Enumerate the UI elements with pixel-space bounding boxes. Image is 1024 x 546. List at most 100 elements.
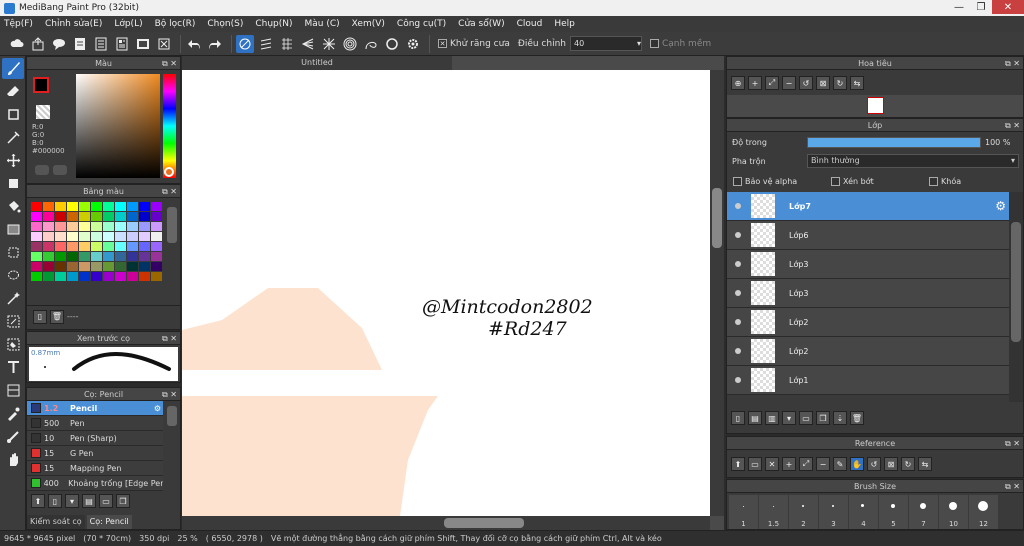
gear-icon[interactable]: [404, 35, 422, 53]
brush-size-option[interactable]: 12: [969, 495, 998, 529]
bucket-tool-icon[interactable]: [2, 196, 24, 217]
minimize-button[interactable]: —: [948, 0, 970, 14]
palette-swatch[interactable]: [55, 212, 66, 221]
palette-swatch[interactable]: [43, 252, 54, 261]
cloud-upload-icon[interactable]: ⬆: [731, 457, 745, 471]
brush-size-option[interactable]: 3: [819, 495, 848, 529]
palette-swatch[interactable]: [79, 242, 90, 251]
undo-icon[interactable]: [185, 35, 203, 53]
rotate-left-icon[interactable]: ↺: [867, 457, 881, 471]
brush-item[interactable]: 500 Pen: [27, 416, 163, 431]
palette-swatch[interactable]: [139, 212, 150, 221]
menu-window[interactable]: Cửa sổ(W): [458, 19, 504, 29]
palette-swatch[interactable]: [31, 232, 42, 241]
panel-close-icon[interactable]: ⧉ ✕: [1005, 119, 1020, 132]
fit-icon[interactable]: ⤢: [799, 457, 813, 471]
eye-icon[interactable]: [735, 348, 741, 354]
foreground-color-swatch[interactable]: [33, 77, 49, 93]
palette-swatch[interactable]: [115, 252, 126, 261]
layer-row[interactable]: Lớp1: [727, 366, 1009, 395]
palette-swatch[interactable]: [103, 242, 114, 251]
palette-swatch[interactable]: [91, 232, 102, 241]
open-folder-icon[interactable]: ▭: [748, 457, 762, 471]
grid-page-icon[interactable]: [113, 35, 131, 53]
brush-size-option[interactable]: 5: [879, 495, 908, 529]
brush-tool-icon[interactable]: [2, 58, 24, 79]
menu-select[interactable]: Chọn(S): [207, 19, 243, 29]
layer-scroll-thumb[interactable]: [1011, 222, 1021, 342]
gear-icon[interactable]: ⚙: [995, 199, 1006, 213]
palette-swatch[interactable]: [127, 232, 138, 241]
menu-layer[interactable]: Lớp(L): [114, 19, 142, 29]
palette-scrollbar[interactable]: [167, 207, 177, 243]
layer-scrollbar[interactable]: [1009, 192, 1023, 402]
copy-brush-icon[interactable]: ▤: [82, 494, 96, 508]
brush-size-option[interactable]: 2: [789, 495, 818, 529]
flip-icon[interactable]: ⇆: [850, 76, 864, 90]
layer-row[interactable]: Lớp3: [727, 250, 1009, 279]
hue-slider[interactable]: [163, 74, 176, 178]
palette-swatch[interactable]: [127, 272, 138, 281]
zoom-out-icon[interactable]: −: [782, 76, 796, 90]
protect-alpha-checkbox[interactable]: Bảo vệ alpha: [733, 177, 831, 186]
clip-checkbox[interactable]: Xén bớt: [831, 177, 929, 186]
cross-snap-icon[interactable]: [278, 35, 296, 53]
zoom-in-icon[interactable]: +: [748, 76, 762, 90]
palette-swatch[interactable]: [67, 252, 78, 261]
palette-swatch[interactable]: [31, 212, 42, 221]
select-tool-icon[interactable]: [2, 242, 24, 263]
panel-close-icon[interactable]: ⧉ ✕: [162, 185, 177, 198]
palette-swatch[interactable]: [151, 262, 162, 271]
parallel-snap-icon[interactable]: [257, 35, 275, 53]
palette-swatch[interactable]: [79, 222, 90, 231]
layer-row[interactable]: Lớp3: [727, 279, 1009, 308]
palette-swatch[interactable]: [31, 262, 42, 271]
perspective-snap-icon[interactable]: [299, 35, 317, 53]
palette-swatch[interactable]: [79, 252, 90, 261]
palette-swatch[interactable]: [139, 272, 150, 281]
eyedropper-icon[interactable]: ✎: [833, 457, 847, 471]
palette-swatch[interactable]: [55, 272, 66, 281]
brush-item[interactable]: 15 Mapping Pen: [27, 461, 163, 476]
palette-swatch[interactable]: [91, 222, 102, 231]
adjust-select[interactable]: 40 ▾: [569, 36, 642, 51]
move-tool-icon[interactable]: [2, 150, 24, 171]
palette-swatch[interactable]: [91, 252, 102, 261]
palette-swatch[interactable]: [55, 232, 66, 241]
soft-edge-checkbox[interactable]: Cạnh mềm: [649, 39, 711, 49]
palette-swatch[interactable]: [127, 222, 138, 231]
palette-swatch[interactable]: [127, 202, 138, 211]
layer-row[interactable]: Lớp7 ⚙: [727, 192, 1009, 221]
rotate-left-icon[interactable]: ↺: [799, 76, 813, 90]
palette-swatch[interactable]: [139, 202, 150, 211]
trash-icon[interactable]: 🗑: [850, 411, 864, 425]
palette-swatch[interactable]: [91, 202, 102, 211]
saturation-value-picker[interactable]: [76, 74, 160, 178]
horizontal-scrollbar[interactable]: [182, 516, 710, 530]
close-button[interactable]: ✕: [992, 0, 1024, 14]
palette-swatch[interactable]: [127, 252, 138, 261]
eraser-tool-icon[interactable]: [2, 81, 24, 102]
palette-swatch[interactable]: [91, 272, 102, 281]
palette-swatch[interactable]: [79, 202, 90, 211]
duplicate-layer-icon[interactable]: ❐: [816, 411, 830, 425]
palette-swatch[interactable]: [103, 222, 114, 231]
concentric-snap-icon[interactable]: [341, 35, 359, 53]
palette-swatch[interactable]: [43, 272, 54, 281]
palette-swatch[interactable]: [103, 202, 114, 211]
menu-cloud[interactable]: Cloud: [517, 19, 543, 29]
palette-swatch[interactable]: [103, 252, 114, 261]
palette-swatch[interactable]: [67, 242, 78, 251]
layer-row[interactable]: Lớp6: [727, 221, 1009, 250]
panel-close-icon[interactable]: ⧉ ✕: [162, 388, 177, 401]
palette-swatch[interactable]: [55, 262, 66, 271]
palette-swatch[interactable]: [43, 212, 54, 221]
snap-off-icon[interactable]: [236, 34, 254, 53]
palette-swatch[interactable]: [43, 242, 54, 251]
brush-size-option[interactable]: 10: [939, 495, 968, 529]
maximize-button[interactable]: ❐: [970, 0, 992, 14]
navigator-preview[interactable]: [727, 95, 1023, 117]
hand-tool-icon[interactable]: [2, 449, 24, 470]
layer-row[interactable]: Lớp2: [727, 308, 1009, 337]
palette-swatch[interactable]: [31, 222, 42, 231]
